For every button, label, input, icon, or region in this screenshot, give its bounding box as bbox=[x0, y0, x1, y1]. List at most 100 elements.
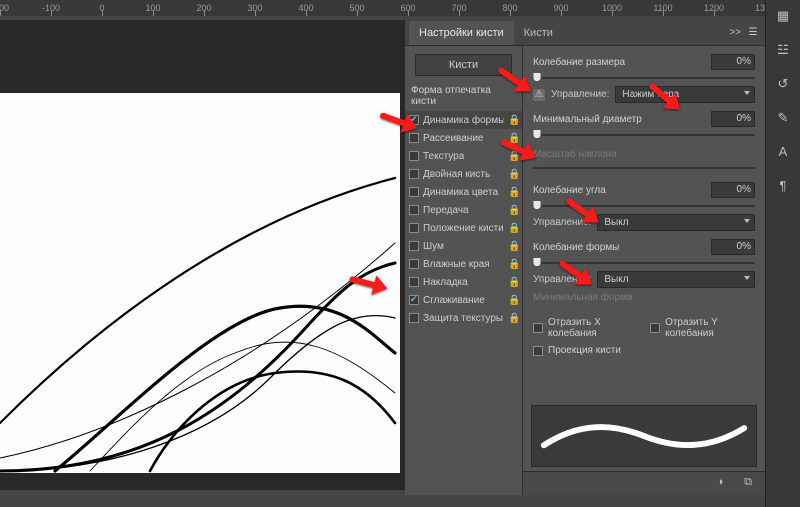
checkbox-icon[interactable] bbox=[409, 187, 419, 197]
collapse-icon[interactable]: >> bbox=[725, 27, 745, 38]
min-roundness-label: Минимальная форма bbox=[533, 292, 755, 303]
document-canvas[interactable] bbox=[0, 93, 400, 473]
new-preset-icon[interactable]: ⧉ bbox=[739, 476, 757, 492]
option-сглаживание[interactable]: Сглаживание 🔒 bbox=[405, 291, 522, 309]
size-control-select[interactable]: Нажим пера bbox=[615, 86, 755, 103]
option-label: Влажные края bbox=[423, 259, 504, 270]
lock-icon[interactable]: 🔒 bbox=[508, 241, 518, 252]
min-diameter-field: Минимальный диаметр 0% bbox=[533, 111, 755, 141]
checkbox-icon[interactable] bbox=[409, 241, 419, 251]
lock-icon[interactable]: 🔒 bbox=[508, 169, 518, 180]
option-label: Передача bbox=[423, 205, 504, 216]
option-label: Защита текстуры bbox=[423, 313, 504, 324]
lock-icon[interactable]: 🔒 bbox=[508, 115, 518, 126]
angle-jitter-value[interactable]: 0% bbox=[711, 182, 755, 198]
panel-dock-rail: ▦ ☳ ↺ ✎ A ¶ bbox=[765, 0, 800, 507]
checkbox-icon[interactable] bbox=[409, 115, 419, 125]
option-рассеивание[interactable]: Рассеивание 🔒 bbox=[405, 129, 522, 147]
option-защита-текстуры[interactable]: Защита текстуры 🔒 bbox=[405, 309, 522, 327]
option-label: Положение кисти bbox=[423, 223, 504, 234]
grid-icon[interactable]: ▦ bbox=[772, 6, 794, 26]
option-label: Сглаживание bbox=[423, 295, 504, 306]
lock-icon[interactable]: 🔒 bbox=[508, 133, 518, 144]
min-diameter-label: Минимальный диаметр bbox=[533, 114, 705, 125]
lock-icon[interactable]: 🔒 bbox=[508, 313, 518, 324]
size-jitter-label: Колебание размера bbox=[533, 57, 705, 68]
flip-y-checkbox[interactable]: Отразить Y колебания bbox=[650, 317, 755, 339]
tab-brushes[interactable]: Кисти bbox=[514, 21, 563, 45]
option-label: Шум bbox=[423, 241, 504, 252]
option-текстура[interactable]: Текстура 🔒 bbox=[405, 147, 522, 165]
lock-icon[interactable]: 🔒 bbox=[508, 259, 518, 270]
flip-x-checkbox[interactable]: Отразить X колебания bbox=[533, 317, 638, 339]
checkbox-icon[interactable] bbox=[409, 259, 419, 269]
min-diameter-value[interactable]: 0% bbox=[711, 111, 755, 127]
size-jitter-field: Колебание размера 0% ⚠ Управление: Нажим… bbox=[533, 54, 755, 103]
roundness-jitter-slider[interactable] bbox=[533, 257, 755, 269]
tab-brush-settings[interactable]: Настройки кисти bbox=[409, 21, 514, 45]
panel-footer: ◑ ⧉ bbox=[523, 471, 765, 495]
min-diameter-slider[interactable] bbox=[533, 129, 755, 141]
size-jitter-slider[interactable] bbox=[533, 72, 755, 84]
warning-icon: ⚠ bbox=[533, 89, 545, 101]
option-label: Двойная кисть bbox=[423, 169, 504, 180]
option-label: Рассеивание bbox=[423, 133, 504, 144]
angle-jitter-field: Колебание угла 0% Управление: Выкл bbox=[533, 182, 755, 231]
checkbox-icon[interactable] bbox=[409, 151, 419, 161]
roundness-jitter-value[interactable]: 0% bbox=[711, 239, 755, 255]
option-динамика-формы[interactable]: Динамика формы 🔒 bbox=[405, 111, 522, 129]
tilt-scale-label: Масштаб наклона bbox=[533, 149, 617, 160]
tilt-scale-field: Масштаб наклона bbox=[533, 149, 755, 174]
toggle-preview-icon[interactable]: ◑ bbox=[711, 476, 729, 492]
option-влажные-края[interactable]: Влажные края 🔒 bbox=[405, 255, 522, 273]
type-icon[interactable]: A bbox=[772, 142, 794, 162]
paragraph-icon[interactable]: ¶ bbox=[772, 176, 794, 196]
option-label: Текстура bbox=[423, 151, 504, 162]
panel-header: Настройки кисти Кисти >> ☰ bbox=[405, 20, 765, 46]
control-label: Управление: bbox=[533, 274, 591, 285]
lock-icon[interactable]: 🔒 bbox=[508, 205, 518, 216]
roundness-jitter-field: Колебание формы 0% Управление: Выкл Мини… bbox=[533, 239, 755, 303]
roundness-control-select[interactable]: Выкл bbox=[597, 271, 755, 288]
checkbox-icon[interactable] bbox=[409, 169, 419, 179]
control-label: Управление: bbox=[551, 89, 609, 100]
checkbox-icon[interactable] bbox=[409, 133, 419, 143]
option-label: Динамика цвета bbox=[423, 187, 504, 198]
option-динамика-цвета[interactable]: Динамика цвета 🔒 bbox=[405, 183, 522, 201]
lock-icon[interactable]: 🔒 bbox=[508, 277, 518, 288]
angle-jitter-label: Колебание угла bbox=[533, 185, 705, 196]
option-шум[interactable]: Шум 🔒 bbox=[405, 237, 522, 255]
option-положение-кисти[interactable]: Положение кисти 🔒 bbox=[405, 219, 522, 237]
option-label: Динамика формы bbox=[423, 115, 504, 126]
brush-stroke-preview bbox=[531, 405, 757, 467]
lock-icon[interactable]: 🔒 bbox=[508, 187, 518, 198]
lock-icon[interactable]: 🔒 bbox=[508, 223, 518, 234]
brush-projection-checkbox[interactable]: Проекция кисти bbox=[533, 345, 755, 356]
section-brush-tip-shape[interactable]: Форма отпечатка кисти bbox=[405, 82, 522, 111]
checkbox-icon[interactable] bbox=[409, 295, 419, 305]
lock-icon[interactable]: 🔒 bbox=[508, 295, 518, 306]
shape-dynamics-settings: Колебание размера 0% ⚠ Управление: Нажим… bbox=[523, 46, 765, 495]
checkbox-icon[interactable] bbox=[409, 223, 419, 233]
checkbox-icon[interactable] bbox=[409, 277, 419, 287]
size-jitter-value[interactable]: 0% bbox=[711, 54, 755, 70]
angle-jitter-slider[interactable] bbox=[533, 200, 755, 212]
angle-control-select[interactable]: Выкл bbox=[597, 214, 755, 231]
option-label: Накладка bbox=[423, 277, 504, 288]
panel-menu-icon[interactable]: ☰ bbox=[745, 27, 761, 38]
brush-options-list: Кисти Форма отпечатка кисти Динамика фор… bbox=[405, 46, 523, 495]
checkbox-icon[interactable] bbox=[409, 313, 419, 323]
lock-icon[interactable]: 🔒 bbox=[508, 151, 518, 162]
brushes-button[interactable]: Кисти bbox=[415, 54, 512, 76]
roundness-jitter-label: Колебание формы bbox=[533, 242, 705, 253]
option-двойная-кисть[interactable]: Двойная кисть 🔒 bbox=[405, 165, 522, 183]
sliders-icon[interactable]: ☳ bbox=[772, 40, 794, 60]
history-icon[interactable]: ↺ bbox=[772, 74, 794, 94]
brush-strokes bbox=[0, 93, 400, 473]
option-накладка[interactable]: Накладка 🔒 bbox=[405, 273, 522, 291]
checkbox-icon[interactable] bbox=[409, 205, 419, 215]
tilt-scale-slider bbox=[533, 162, 755, 174]
ruler-horizontal: -200-10001002003004005006007008009001000… bbox=[0, 0, 765, 16]
option-передача[interactable]: Передача 🔒 bbox=[405, 201, 522, 219]
brush-icon[interactable]: ✎ bbox=[772, 108, 794, 128]
